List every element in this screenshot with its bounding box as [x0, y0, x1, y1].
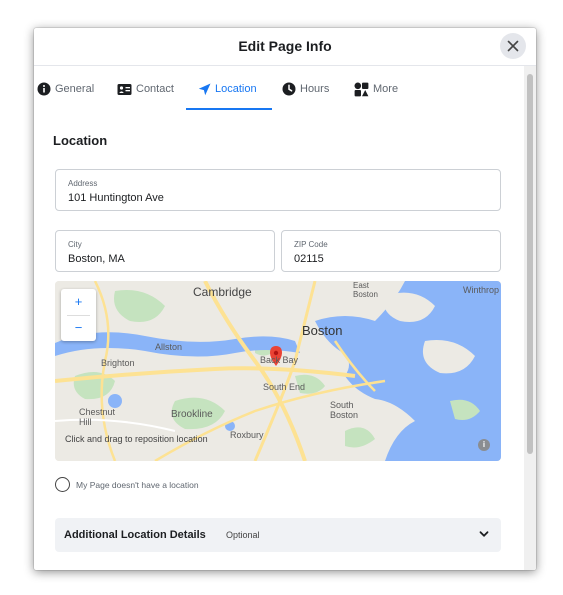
zip-field[interactable]: ZIP Code 02115	[281, 230, 501, 272]
more-apps-icon	[354, 82, 369, 96]
zoom-in-button[interactable]: +	[61, 289, 96, 315]
tab-bar: General Contact Location Hours More	[34, 66, 524, 112]
additional-details-title: Additional Location Details	[64, 529, 206, 541]
map-label-south-end: South End	[263, 382, 306, 392]
close-icon	[507, 40, 519, 52]
location-map[interactable]: Cambridge East Boston Winthrop Boston Al…	[55, 281, 501, 461]
map-hint: Click and drag to reposition location	[65, 434, 208, 444]
city-field[interactable]: City Boston, MA	[55, 230, 275, 272]
location-arrow-icon	[198, 83, 211, 95]
scrollbar[interactable]	[524, 66, 536, 570]
map-label-south-boston: South Boston	[330, 400, 359, 420]
additional-details-accordion[interactable]: Additional Location Details Optional	[55, 518, 501, 552]
active-tab-indicator	[186, 108, 272, 110]
contact-card-icon	[117, 83, 132, 95]
close-button[interactable]	[500, 33, 526, 59]
map-label-allston: Allston	[155, 342, 183, 352]
tab-hours[interactable]: Hours	[282, 66, 329, 112]
address-label: Address	[68, 179, 98, 188]
city-value[interactable]: Boston, MA	[68, 253, 264, 265]
address-value[interactable]: 101 Huntington Ave	[68, 192, 468, 204]
tab-location[interactable]: Location	[198, 66, 257, 112]
city-label: City	[68, 240, 82, 249]
map-label-brighton: Brighton	[101, 358, 135, 368]
tab-contact[interactable]: Contact	[117, 66, 174, 112]
no-location-label: My Page doesn't have a location	[76, 479, 199, 490]
map-label-cambridge: Cambridge	[193, 285, 252, 299]
dialog-header: Edit Page Info	[34, 28, 536, 66]
section-title: Location	[53, 133, 108, 148]
map-label-roxbury: Roxbury	[230, 430, 264, 440]
no-location-radio[interactable]	[55, 477, 70, 492]
map-label-back-bay: Back Bay	[260, 355, 299, 365]
map-label-winthrop: Winthrop	[463, 285, 500, 295]
tab-hours-label: Hours	[300, 83, 330, 95]
zoom-out-button[interactable]: −	[61, 315, 96, 341]
tab-more-label: More	[373, 83, 399, 95]
clock-icon	[282, 82, 296, 96]
map-label-chestnut-hill: Chestnut Hill	[79, 407, 116, 427]
map-label-boston: Boston	[302, 323, 343, 338]
tab-location-label: Location	[215, 83, 257, 95]
zip-value[interactable]: 02115	[294, 253, 490, 265]
dialog-title: Edit Page Info	[238, 38, 332, 54]
info-icon	[37, 82, 51, 96]
map-label-brookline: Brookline	[171, 409, 213, 420]
map-info-icon[interactable]: i	[478, 439, 490, 451]
zoom-controls: + −	[61, 289, 96, 341]
chevron-down-icon	[479, 531, 489, 537]
scrollbar-thumb[interactable]	[527, 74, 533, 454]
address-field[interactable]: Address 101 Huntington Ave	[55, 169, 501, 211]
map-label-east-boston: East Boston	[353, 281, 378, 299]
edit-page-info-dialog: Edit Page Info General Contact Location …	[34, 28, 536, 570]
zip-label: ZIP Code	[294, 240, 328, 249]
tab-general-label: General	[55, 83, 95, 95]
no-location-option[interactable]: My Page doesn't have a location	[55, 477, 199, 492]
tab-contact-label: Contact	[136, 83, 174, 95]
tab-general[interactable]: General	[37, 66, 94, 112]
optional-tag: Optional	[226, 530, 260, 540]
tab-more[interactable]: More	[354, 66, 398, 112]
